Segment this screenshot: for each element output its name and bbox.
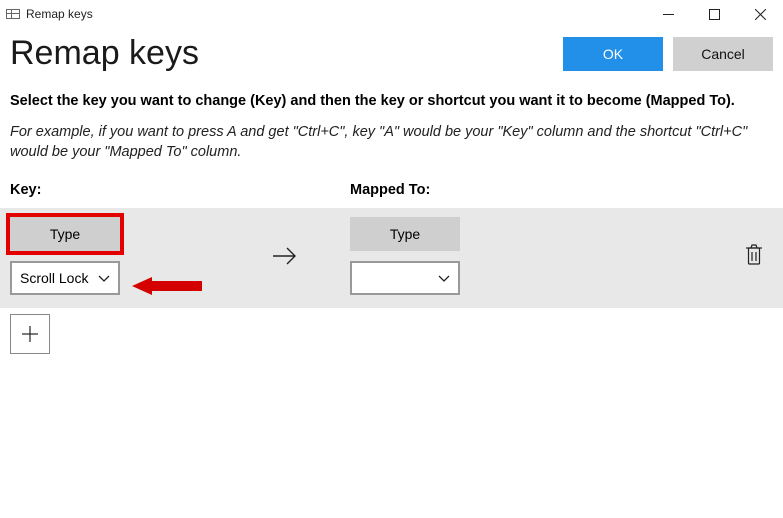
key-dropdown-value: Scroll Lock [20, 270, 88, 286]
window-controls [645, 0, 783, 28]
delete-row-button[interactable] [745, 244, 763, 269]
chevron-down-icon [438, 270, 450, 286]
titlebar: Remap keys [0, 0, 783, 28]
column-header-key: Key: [10, 182, 350, 198]
header: Remap keys OK Cancel [0, 28, 783, 87]
cancel-button[interactable]: Cancel [673, 37, 773, 71]
mapping-row: Type Scroll Lock Type [0, 208, 783, 308]
add-row-button[interactable] [10, 314, 50, 354]
window-title: Remap keys [26, 7, 93, 21]
plus-icon [20, 324, 40, 344]
ok-button[interactable]: OK [563, 37, 663, 71]
close-button[interactable] [737, 0, 783, 28]
content: Select the key you want to change (Key) … [0, 87, 783, 354]
instruction-example: For example, if you want to press A and … [10, 123, 773, 162]
instruction-select: Select the key you want to change (Key) … [10, 93, 773, 109]
column-header-mapped: Mapped To: [350, 182, 773, 198]
chevron-down-icon [98, 270, 110, 286]
trash-icon [745, 244, 763, 266]
column-headers: Key: Mapped To: [10, 182, 773, 198]
minimize-button[interactable] [645, 0, 691, 28]
app-icon [6, 9, 20, 19]
maximize-button[interactable] [691, 0, 737, 28]
key-dropdown[interactable]: Scroll Lock [10, 261, 120, 295]
mapped-dropdown[interactable] [350, 261, 460, 295]
page-title: Remap keys [10, 34, 199, 73]
key-type-button[interactable]: Type [10, 217, 120, 251]
arrow-right-icon [220, 245, 350, 267]
mapped-type-button[interactable]: Type [350, 217, 460, 251]
red-arrow-annotation [132, 275, 202, 300]
